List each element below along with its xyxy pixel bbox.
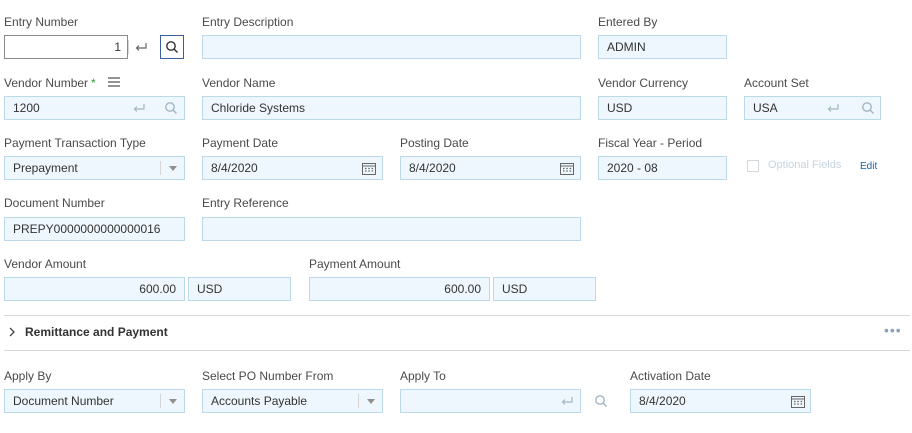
optional-fields-edit-link[interactable]: Edit [860,161,877,172]
payment-amount-label: Payment Amount [309,257,401,271]
calendar-icon[interactable] [358,157,380,179]
document-number-label: Document Number [4,196,105,210]
payment-date-label: Payment Date [202,136,279,150]
remittance-section-title[interactable]: Remittance and Payment [25,325,168,339]
chevron-down-icon[interactable] [162,157,184,179]
separator [160,394,161,408]
payment-amount-currency: USD [493,277,596,301]
optional-fields-label: Optional Fields [768,159,842,171]
payment-transaction-type-select[interactable]: Prepayment [4,156,185,180]
apply-by-label: Apply By [4,369,52,383]
apply-to-label: Apply To [400,369,446,383]
vendor-name-field: Chloride Systems [202,96,581,120]
separator [128,40,129,54]
divider [4,350,910,351]
vendor-number-input[interactable]: 1200 [4,96,185,120]
separator [358,394,359,408]
entered-by-label: Entered By [598,15,658,29]
vendor-amount-currency: USD [188,277,291,301]
entry-description-label: Entry Description [202,15,294,29]
vendor-amount-field: 600.00 [4,277,185,301]
apply-by-select[interactable]: Document Number [4,389,185,413]
search-icon[interactable] [160,35,184,59]
select-po-number-from-select[interactable]: Accounts Payable [202,389,383,413]
entry-description-input[interactable] [202,35,581,59]
activation-date-input[interactable]: 8/4/2020 [630,389,811,413]
posting-date-input[interactable]: 8/4/2020 [400,156,581,180]
chevron-down-icon[interactable] [162,390,184,412]
divider [4,315,910,316]
search-icon[interactable] [160,97,182,119]
more-options-icon[interactable]: ••• [884,322,902,338]
vendor-number-label-text: Vendor Number [4,76,89,90]
chevron-down-icon[interactable] [360,390,382,412]
entry-number-input[interactable]: 1 [4,35,128,59]
optional-fields-checkbox[interactable] [747,160,759,172]
enter-icon[interactable] [130,36,152,58]
fiscal-year-period-field: 2020 - 08 [598,156,727,180]
apply-to-input[interactable] [400,389,581,413]
document-number-field: PREPY0000000000000016 [4,217,185,241]
required-mark: * [91,76,96,90]
separator [160,161,161,175]
payment-transaction-type-label: Payment Transaction Type [4,136,146,150]
entry-reference-label: Entry Reference [202,196,289,210]
chevron-right-icon[interactable] [4,321,20,343]
posting-date-label: Posting Date [400,136,469,150]
fiscal-year-period-label: Fiscal Year - Period [598,136,703,150]
payment-date-input[interactable]: 8/4/2020 [202,156,383,180]
payment-amount-input[interactable]: 600.00 [309,277,490,301]
vendor-currency-label: Vendor Currency [598,76,689,90]
activation-date-label: Activation Date [630,369,711,383]
select-po-number-from-label: Select PO Number From [202,369,334,383]
entry-number-label: Entry Number [4,15,79,29]
search-icon[interactable] [590,390,612,412]
calendar-icon[interactable] [787,390,809,412]
calendar-icon[interactable] [556,157,578,179]
entry-reference-input[interactable] [202,217,581,241]
enter-icon[interactable] [128,97,150,119]
account-set-label: Account Set [744,76,809,90]
hamburger-icon[interactable] [106,73,122,91]
vendor-number-label: Vendor Number * [4,76,96,90]
enter-icon[interactable] [822,97,844,119]
entered-by-field: ADMIN [598,35,727,59]
vendor-name-label: Vendor Name [202,76,276,90]
vendor-currency-field: USD [598,96,727,120]
search-icon[interactable] [857,97,879,119]
vendor-amount-label: Vendor Amount [4,257,87,271]
enter-icon[interactable] [556,390,578,412]
